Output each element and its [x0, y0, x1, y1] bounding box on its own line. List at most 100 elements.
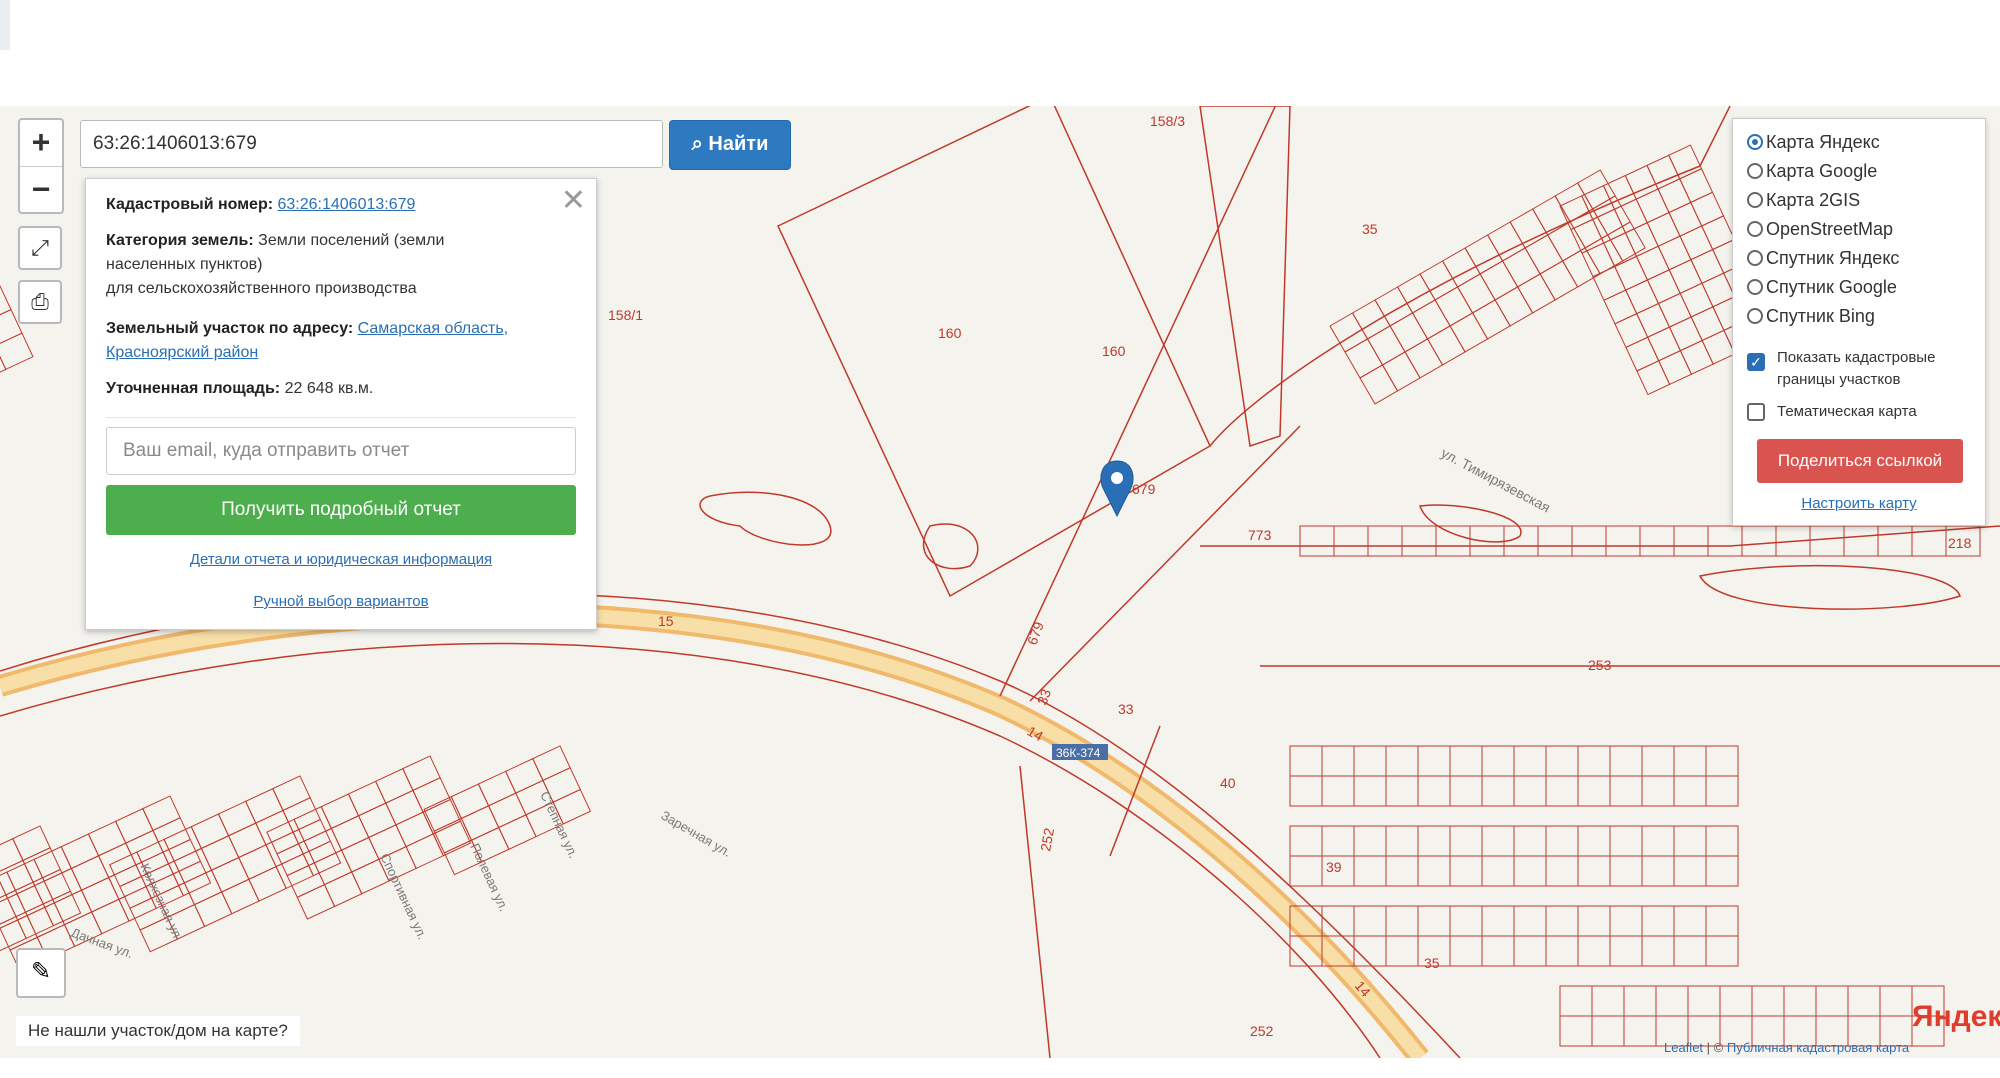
parcel-cell — [1351, 299, 1391, 340]
parcel-cell — [5, 881, 44, 918]
parcel-cell — [1673, 745, 1707, 777]
layer-option[interactable]: Спутник Яндекс — [1747, 245, 1899, 271]
label-33: 33 — [1034, 687, 1054, 707]
parcel-cell — [190, 813, 230, 850]
parcel-158-3[interactable] — [1199, 106, 1291, 447]
parcel-cell — [282, 797, 321, 833]
cadastral-source-link[interactable]: Публичная кадастровая карта — [1727, 1040, 1909, 1055]
parcel-cell — [1603, 289, 1638, 325]
zoom-out-button[interactable]: − — [20, 167, 62, 213]
layer-option-label: Спутник Google — [1766, 277, 1897, 297]
label-160: 160 — [938, 325, 962, 341]
parcel-cell — [1545, 855, 1579, 887]
parcel-cell — [1577, 855, 1611, 887]
parcel-cell — [1687, 985, 1721, 1017]
fullscreen-button[interactable]: ⤢ — [18, 226, 62, 270]
parcel-cell — [0, 838, 24, 874]
layer-option-label: Спутник Яндекс — [1766, 248, 1900, 268]
parcel-block — [1289, 745, 1739, 807]
map-marker-icon[interactable] — [1100, 460, 1134, 518]
layer-radio[interactable] — [1747, 221, 1763, 237]
cadastral-number-label: Кадастровый номер: — [106, 196, 274, 213]
parcel-cell — [1385, 905, 1419, 937]
leaflet-link[interactable]: Leaflet — [1664, 1040, 1703, 1055]
share-link-button[interactable]: Поделиться ссылкой — [1757, 439, 1963, 483]
label-679: 679 — [1132, 481, 1156, 497]
parcel-cell — [183, 869, 223, 906]
parcel-cell — [1537, 525, 1573, 557]
manual-selection-link[interactable]: Ручной выбор вариантов — [86, 593, 596, 610]
layer-radio[interactable] — [1747, 308, 1763, 324]
email-field[interactable] — [106, 427, 576, 475]
parcel-cell — [1603, 232, 1638, 268]
show-borders-checkbox[interactable]: ✓ — [1747, 353, 1765, 371]
layer-radio[interactable] — [1747, 134, 1763, 150]
parcel-cell — [1641, 905, 1675, 937]
parcel-info-panel: ✕ Кадастровый номер: 63:26:1406013:679 К… — [85, 178, 597, 630]
parcel-cell — [22, 847, 61, 883]
configure-map-link[interactable]: Настроить карту — [1733, 495, 1985, 512]
parcel-cell — [1374, 286, 1414, 327]
parcel-cell — [1655, 985, 1689, 1017]
label-40: 40 — [1220, 775, 1236, 791]
parcel-cell — [347, 780, 387, 817]
parcel-cell — [91, 898, 130, 935]
parcel-cell — [0, 872, 7, 909]
parcel-cell — [265, 831, 304, 868]
parcel-cell — [0, 914, 38, 951]
parcel-cell — [1646, 211, 1681, 247]
layer-radio[interactable] — [1747, 250, 1763, 266]
label-773: 773 — [1248, 527, 1272, 543]
parcel-cell — [1636, 302, 1671, 338]
layer-radio[interactable] — [1747, 192, 1763, 208]
parcel-cell — [1539, 260, 1579, 301]
address-link[interactable]: Самарская область, — [358, 320, 508, 337]
street-label-5: Спортивная ул. — [377, 851, 430, 942]
cadastral-number-link[interactable]: 63:26:1406013:679 — [278, 196, 416, 213]
parcel-cell — [1353, 775, 1387, 807]
pond-2 — [922, 523, 979, 570]
parcel-cell — [1411, 299, 1451, 340]
parcel-cell — [1404, 338, 1444, 379]
layer-radio[interactable] — [1747, 279, 1763, 295]
parcel-cell — [1289, 775, 1323, 807]
report-details-link[interactable]: Детали отчета и юридическая информация — [86, 551, 596, 568]
parcel-cell — [1668, 316, 1703, 352]
parcel-cell — [1289, 855, 1323, 887]
parcel-cell — [1641, 935, 1675, 967]
cadastral-search-input[interactable] — [80, 120, 663, 168]
not-found-link[interactable]: Не нашли участок/дом на карте? — [16, 1016, 300, 1046]
print-button[interactable]: ⎙ — [18, 280, 62, 324]
parcel-cell — [193, 891, 233, 928]
parcel-cell — [1513, 825, 1547, 857]
parcel-cell — [1571, 525, 1607, 557]
parcel-cell — [1679, 282, 1714, 318]
zoom-control: + − — [18, 118, 64, 214]
ruler-tool-button[interactable]: ✎ — [16, 948, 66, 998]
label-253: 253 — [1588, 657, 1612, 673]
parcel-cell — [1501, 247, 1541, 288]
zoom-in-button[interactable]: + — [20, 120, 62, 167]
parcel-cell — [1624, 222, 1659, 258]
parcel-cell — [504, 758, 544, 794]
parcel-cell — [1570, 218, 1605, 254]
layer-option[interactable]: OpenStreetMap — [1747, 216, 1893, 242]
address-link-2[interactable]: Красноярский район — [106, 344, 258, 361]
parcel-cell — [32, 868, 72, 905]
parcel-cell — [1783, 985, 1817, 1017]
parcel-cell — [1513, 745, 1547, 777]
layer-option[interactable]: Карта 2GIS — [1747, 187, 1860, 213]
bottom-strip — [0, 1058, 2000, 1078]
get-report-button[interactable]: Получить подробный отчет — [106, 485, 576, 535]
parcel-160[interactable] — [777, 106, 1211, 598]
layer-radio[interactable] — [1747, 163, 1763, 179]
thematic-map-checkbox[interactable] — [1747, 403, 1765, 421]
search-button[interactable]: ⌕ Найти — [669, 120, 791, 170]
parcel-cell — [1385, 935, 1419, 967]
layer-option[interactable]: Карта Google — [1747, 158, 1877, 184]
parcel-cell — [1657, 178, 1692, 214]
label-252: 252 — [1037, 827, 1057, 853]
layer-option[interactable]: Карта Яндекс — [1747, 129, 1880, 155]
layer-option[interactable]: Спутник Google — [1747, 274, 1897, 300]
layer-option[interactable]: Спутник Bing — [1747, 303, 1875, 329]
